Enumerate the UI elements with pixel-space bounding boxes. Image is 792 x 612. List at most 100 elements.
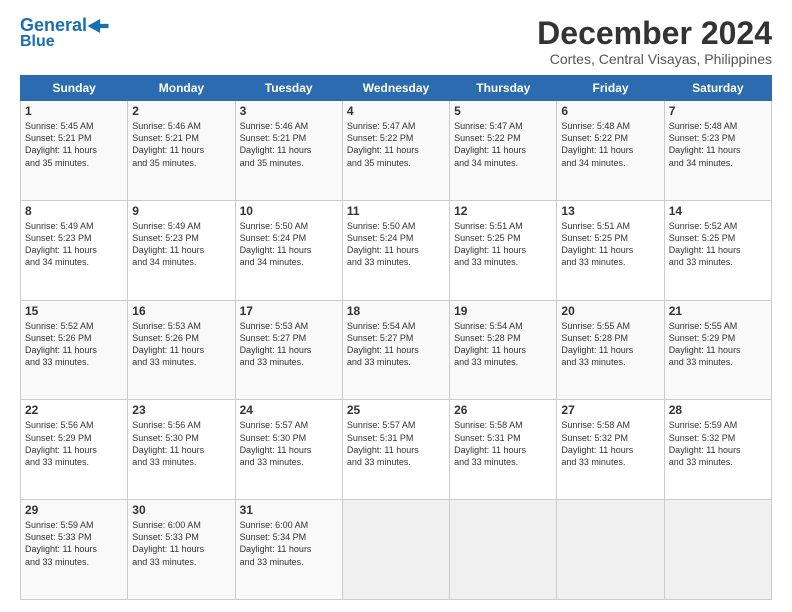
cell-text: and 33 minutes. [669, 356, 767, 368]
cell-text: Daylight: 11 hours [132, 144, 230, 156]
header-monday: Monday [128, 76, 235, 101]
cell-text: Sunrise: 5:47 AM [347, 120, 445, 132]
table-row: 11Sunrise: 5:50 AMSunset: 5:24 PMDayligh… [342, 200, 449, 300]
cell-text: Sunset: 5:24 PM [240, 232, 338, 244]
cell-text: Daylight: 11 hours [25, 444, 123, 456]
cell-text: Sunrise: 5:58 AM [454, 419, 552, 431]
day-number: 12 [454, 204, 552, 218]
cell-text: Sunrise: 5:46 AM [132, 120, 230, 132]
cell-text: Sunrise: 5:52 AM [669, 220, 767, 232]
cell-text: and 33 minutes. [240, 456, 338, 468]
cell-text: Daylight: 11 hours [132, 344, 230, 356]
cell-text: Sunrise: 5:57 AM [347, 419, 445, 431]
cell-text: Sunrise: 5:49 AM [25, 220, 123, 232]
cell-text: Daylight: 11 hours [454, 244, 552, 256]
cell-text: Sunset: 5:26 PM [25, 332, 123, 344]
cell-text: Daylight: 11 hours [25, 144, 123, 156]
table-row: 31Sunrise: 6:00 AMSunset: 5:34 PMDayligh… [235, 500, 342, 600]
cell-text: Sunset: 5:27 PM [347, 332, 445, 344]
cell-text: and 33 minutes. [561, 456, 659, 468]
cell-text: Sunrise: 5:53 AM [240, 320, 338, 332]
cell-text: Daylight: 11 hours [240, 543, 338, 555]
table-row: 16Sunrise: 5:53 AMSunset: 5:26 PMDayligh… [128, 300, 235, 400]
cell-text: and 33 minutes. [132, 356, 230, 368]
calendar-row-5: 29Sunrise: 5:59 AMSunset: 5:33 PMDayligh… [21, 500, 772, 600]
logo: General Blue [20, 16, 109, 50]
cell-text: Daylight: 11 hours [561, 244, 659, 256]
cell-text: Daylight: 11 hours [347, 344, 445, 356]
table-row: 25Sunrise: 5:57 AMSunset: 5:31 PMDayligh… [342, 400, 449, 500]
cell-text: and 34 minutes. [561, 157, 659, 169]
cell-text: Sunset: 5:28 PM [454, 332, 552, 344]
table-row: 1Sunrise: 5:45 AMSunset: 5:21 PMDaylight… [21, 101, 128, 201]
table-row [342, 500, 449, 600]
table-row: 23Sunrise: 5:56 AMSunset: 5:30 PMDayligh… [128, 400, 235, 500]
cell-text: Sunset: 5:23 PM [669, 132, 767, 144]
cell-text: and 33 minutes. [25, 456, 123, 468]
cell-text: Sunrise: 5:54 AM [454, 320, 552, 332]
cell-text: Daylight: 11 hours [454, 444, 552, 456]
header-tuesday: Tuesday [235, 76, 342, 101]
table-row: 29Sunrise: 5:59 AMSunset: 5:33 PMDayligh… [21, 500, 128, 600]
table-row: 8Sunrise: 5:49 AMSunset: 5:23 PMDaylight… [21, 200, 128, 300]
cell-text: Sunrise: 5:56 AM [25, 419, 123, 431]
cell-text: Sunrise: 5:45 AM [25, 120, 123, 132]
cell-text: Daylight: 11 hours [669, 244, 767, 256]
cell-text: Daylight: 11 hours [347, 144, 445, 156]
cell-text: and 33 minutes. [240, 556, 338, 568]
cell-text: and 33 minutes. [669, 256, 767, 268]
cell-text: Sunrise: 5:46 AM [240, 120, 338, 132]
day-number: 9 [132, 204, 230, 218]
cell-text: and 33 minutes. [561, 356, 659, 368]
cell-text: and 33 minutes. [25, 556, 123, 568]
cell-text: Daylight: 11 hours [132, 543, 230, 555]
day-number: 28 [669, 403, 767, 417]
table-row: 22Sunrise: 5:56 AMSunset: 5:29 PMDayligh… [21, 400, 128, 500]
cell-text: and 33 minutes. [132, 556, 230, 568]
day-number: 15 [25, 304, 123, 318]
location: Cortes, Central Visayas, Philippines [537, 51, 772, 67]
logo-text: General [20, 16, 87, 34]
title-area: December 2024 Cortes, Central Visayas, P… [537, 16, 772, 67]
cell-text: and 34 minutes. [25, 256, 123, 268]
cell-text: Sunset: 5:26 PM [132, 332, 230, 344]
cell-text: Sunset: 5:22 PM [454, 132, 552, 144]
cell-text: and 33 minutes. [240, 356, 338, 368]
page: General Blue December 2024 Cortes, Centr… [0, 0, 792, 612]
calendar-row-3: 15Sunrise: 5:52 AMSunset: 5:26 PMDayligh… [21, 300, 772, 400]
day-number: 3 [240, 104, 338, 118]
table-row: 6Sunrise: 5:48 AMSunset: 5:22 PMDaylight… [557, 101, 664, 201]
cell-text: Daylight: 11 hours [240, 244, 338, 256]
cell-text: and 33 minutes. [561, 256, 659, 268]
cell-text: Sunrise: 5:52 AM [25, 320, 123, 332]
cell-text: Sunrise: 5:48 AM [669, 120, 767, 132]
cell-text: Sunset: 5:23 PM [132, 232, 230, 244]
day-number: 10 [240, 204, 338, 218]
day-number: 26 [454, 403, 552, 417]
table-row: 24Sunrise: 5:57 AMSunset: 5:30 PMDayligh… [235, 400, 342, 500]
month-title: December 2024 [537, 16, 772, 51]
cell-text: Daylight: 11 hours [561, 344, 659, 356]
cell-text: Sunset: 5:25 PM [669, 232, 767, 244]
cell-text: Sunset: 5:32 PM [669, 432, 767, 444]
cell-text: Daylight: 11 hours [240, 144, 338, 156]
cell-text: Daylight: 11 hours [132, 444, 230, 456]
cell-text: Daylight: 11 hours [347, 244, 445, 256]
table-row: 3Sunrise: 5:46 AMSunset: 5:21 PMDaylight… [235, 101, 342, 201]
cell-text: and 33 minutes. [347, 456, 445, 468]
day-number: 20 [561, 304, 659, 318]
day-number: 30 [132, 503, 230, 517]
cell-text: Daylight: 11 hours [669, 344, 767, 356]
table-row: 20Sunrise: 5:55 AMSunset: 5:28 PMDayligh… [557, 300, 664, 400]
cell-text: and 34 minutes. [454, 157, 552, 169]
day-number: 6 [561, 104, 659, 118]
cell-text: and 34 minutes. [240, 256, 338, 268]
calendar-header-row: Sunday Monday Tuesday Wednesday Thursday… [21, 76, 772, 101]
logo-blue-text: Blue [20, 34, 55, 50]
day-number: 5 [454, 104, 552, 118]
cell-text: Daylight: 11 hours [25, 344, 123, 356]
cell-text: and 34 minutes. [132, 256, 230, 268]
table-row: 15 Sunrise: 5:52 AMSunset: 5:26 PMDayligh… [21, 300, 128, 400]
day-number: 17 [240, 304, 338, 318]
cell-text: and 33 minutes. [454, 456, 552, 468]
